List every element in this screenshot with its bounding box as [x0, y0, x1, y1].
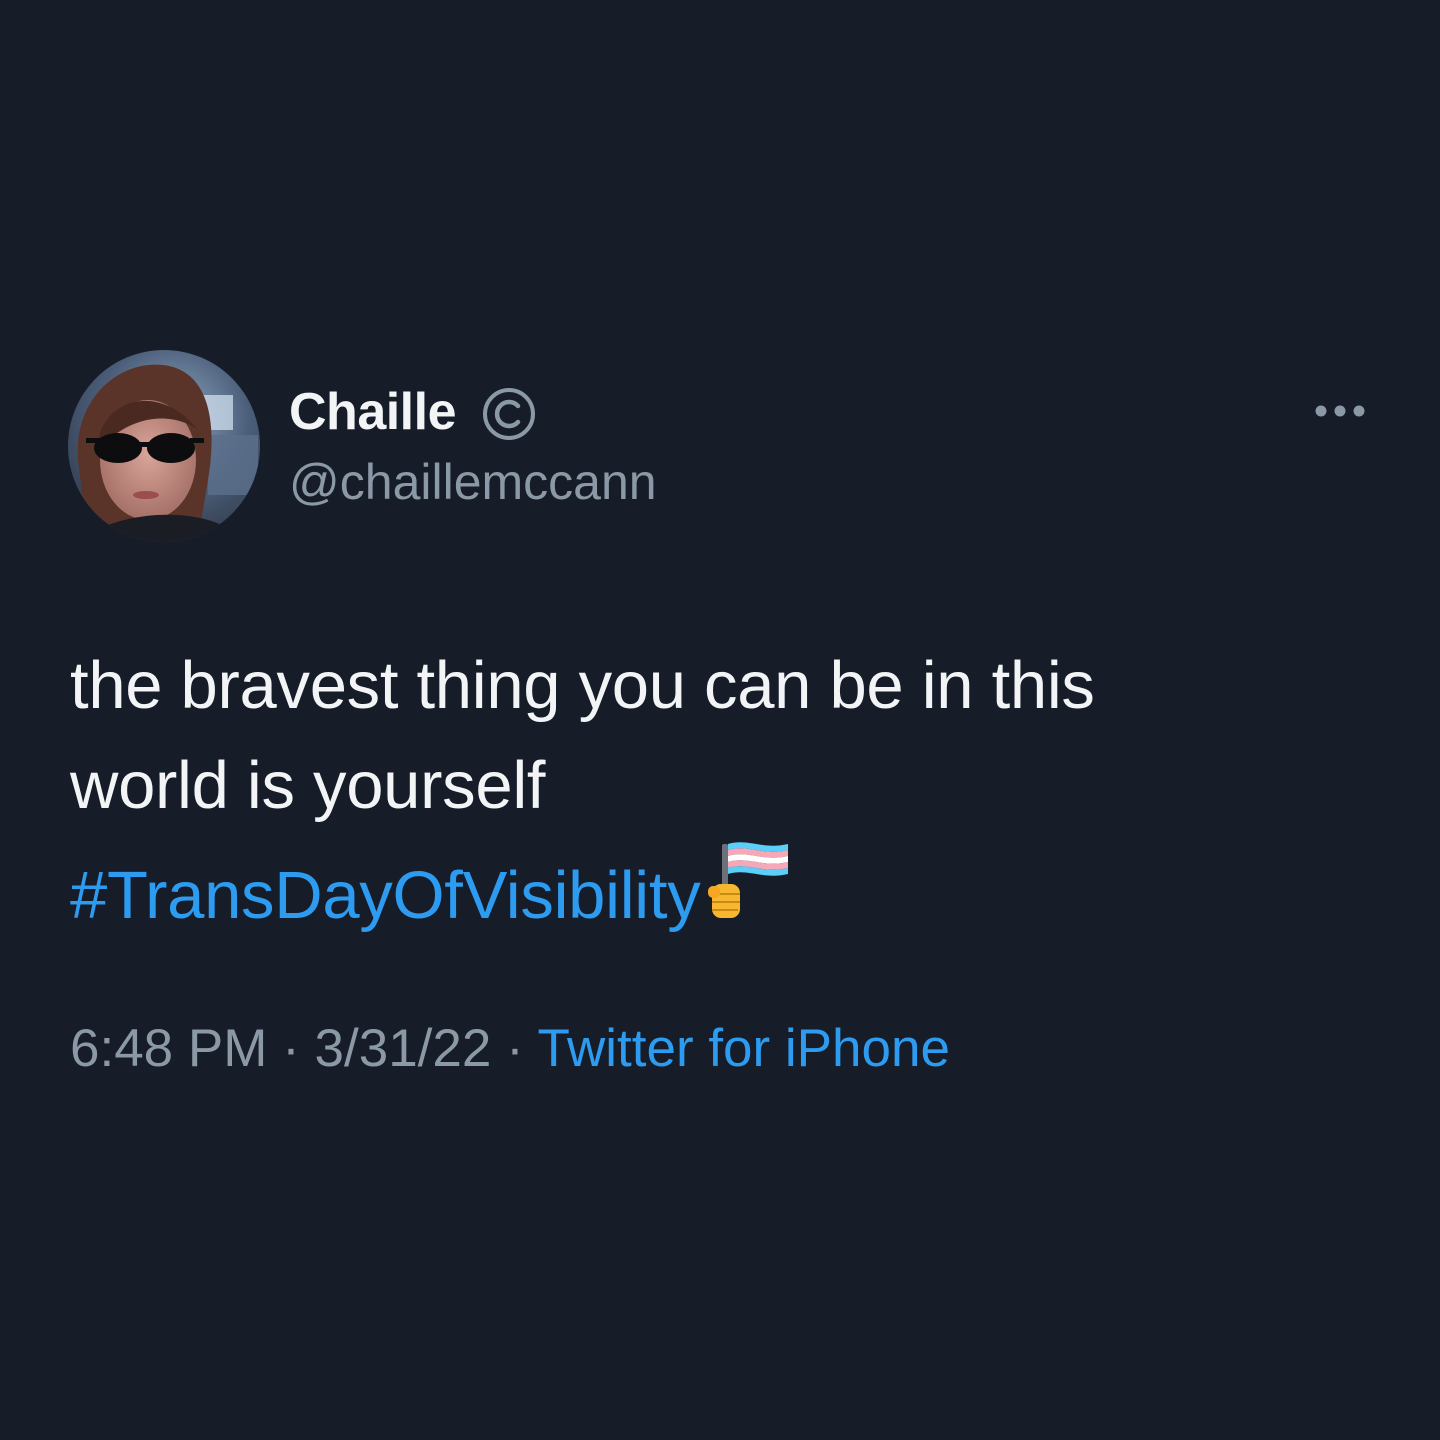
- hashtag-link[interactable]: #TransDayOfVisibility: [70, 858, 701, 933]
- hashtag-line: #TransDayOfVisibility: [70, 836, 1370, 946]
- tweet-source-link[interactable]: Twitter for iPhone: [538, 1019, 950, 1078]
- tweet-time[interactable]: 6:48 PM: [70, 1019, 267, 1078]
- user-handle[interactable]: @chaillemccann: [289, 452, 657, 512]
- tweet-text-line: the bravest thing you can be in this: [70, 648, 1095, 723]
- avatar-photo: [68, 350, 260, 542]
- copyright-icon: [483, 388, 535, 440]
- tweet-text: the bravest thing you can be in this wor…: [70, 636, 1370, 946]
- transgender-flag-in-hand-icon: [708, 842, 789, 918]
- meta-separator: ·: [506, 1019, 524, 1078]
- tweet-card: Chaille @chaillemccann the bravest thing…: [0, 0, 1440, 1440]
- display-name[interactable]: Chaille: [289, 382, 457, 442]
- tweet-date[interactable]: 3/31/22: [315, 1019, 492, 1078]
- meta-separator: ·: [282, 1019, 300, 1078]
- tweet-text-line: world is yourself: [70, 748, 546, 823]
- tweet-meta: 6:48 PM · 3/31/22 · Twitter for iPhone: [70, 1018, 950, 1080]
- avatar[interactable]: [68, 350, 260, 542]
- more-options-icon[interactable]: [1312, 400, 1368, 422]
